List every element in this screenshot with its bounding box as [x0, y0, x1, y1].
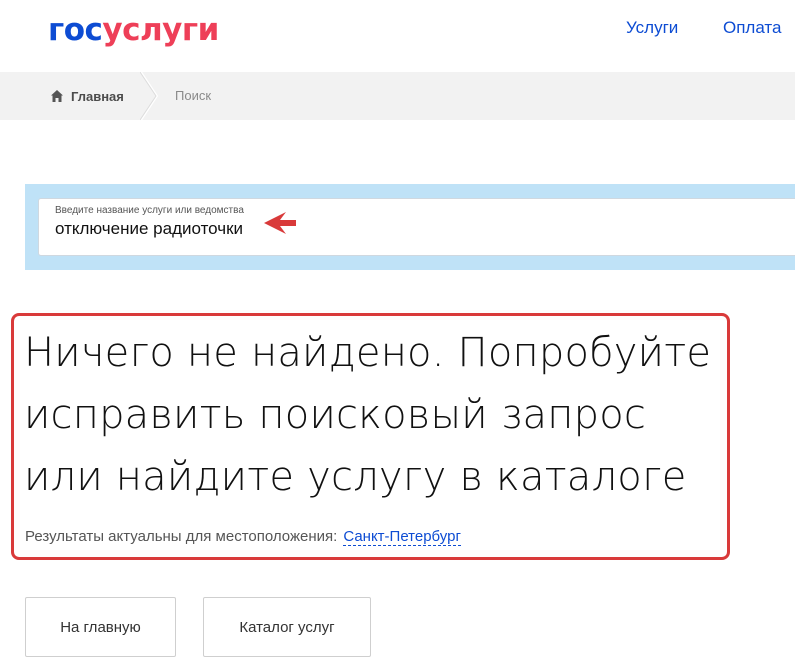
to-home-button[interactable]: На главную: [25, 597, 176, 657]
location-note-label: Результаты актуальны для местоположения:: [25, 528, 338, 545]
search-field[interactable]: Введите название услуги или ведомства: [38, 198, 795, 256]
service-catalog-button[interactable]: Каталог услуг: [203, 597, 371, 657]
breadcrumb-home-label: Главная: [71, 88, 124, 104]
no-results-message: Ничего не найдено. Попробуйте исправить …: [24, 330, 712, 500]
logo-part-gos: гос: [48, 12, 103, 48]
breadcrumb-separator-icon: [140, 72, 158, 120]
breadcrumb: Главная Поиск: [0, 72, 795, 120]
nav-link-uslugi[interactable]: Услуги: [626, 18, 678, 38]
location-note: Результаты актуальны для местоположения:…: [25, 528, 461, 546]
header: госуслуги Услуги Оплата: [0, 0, 795, 72]
breadcrumb-current: Поиск: [175, 88, 212, 103]
logo-part-uslugi: услуги: [102, 12, 219, 48]
location-link[interactable]: Санкт-Петербург: [343, 528, 461, 546]
search-input[interactable]: [55, 218, 655, 240]
breadcrumb-home[interactable]: Главная: [50, 87, 124, 105]
page: госуслуги Услуги Оплата Главная Поиск Вв…: [0, 0, 795, 672]
gosuslugi-logo[interactable]: госуслуги: [48, 10, 219, 50]
annotation-arrow-icon: [264, 212, 296, 234]
nav-link-oplata[interactable]: Оплата: [723, 18, 781, 38]
home-icon: [51, 90, 63, 102]
search-label: Введите название услуги или ведомства: [55, 205, 244, 216]
